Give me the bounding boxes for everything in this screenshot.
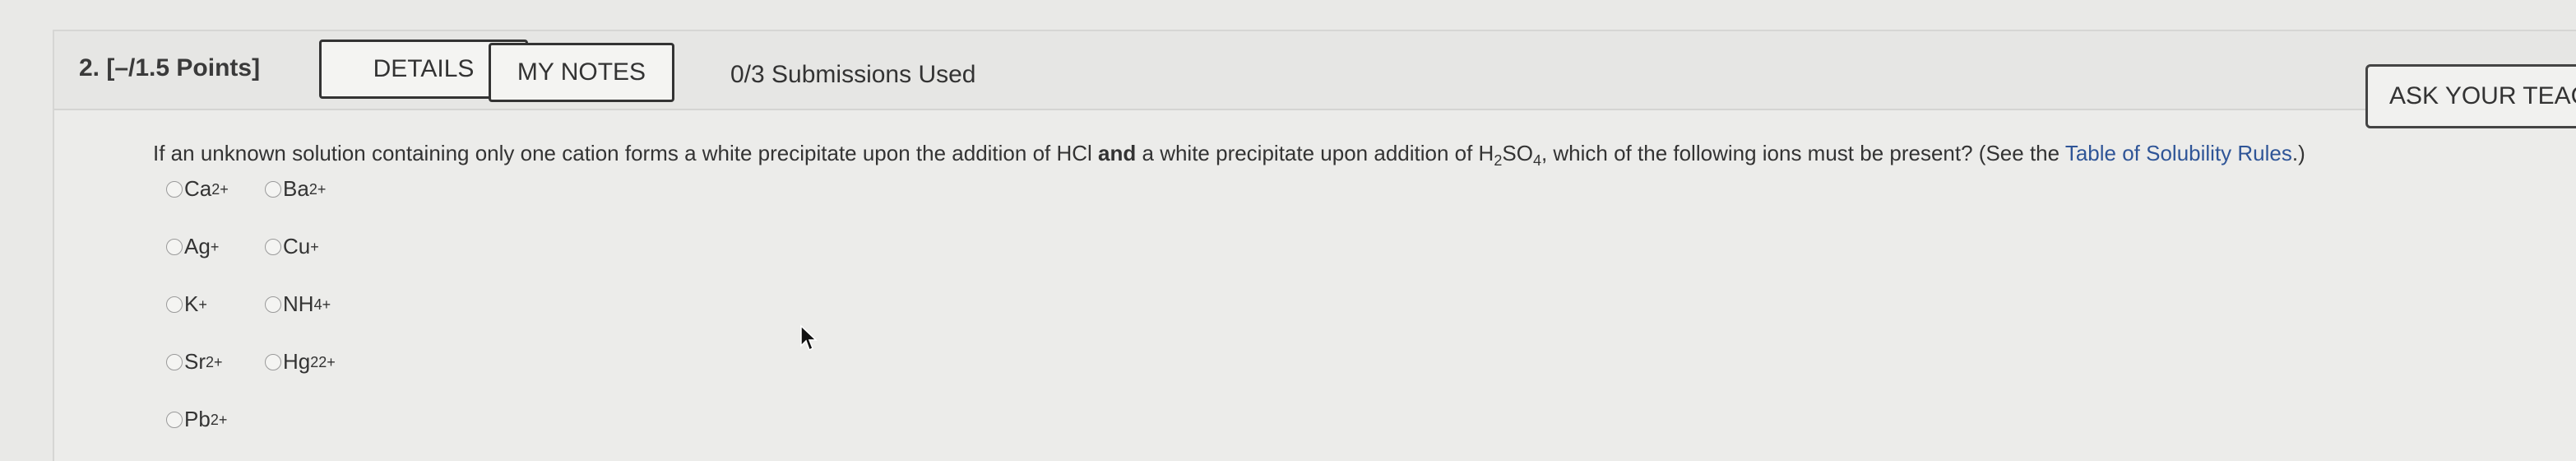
- option-hg22plus[interactable]: Hg 2 2+: [265, 349, 336, 375]
- option-label: Sr: [184, 349, 206, 374]
- submissions-used: 0/3 Submissions Used: [730, 61, 976, 88]
- question-text-sub2: 4: [1532, 152, 1541, 169]
- option-sr2plus[interactable]: Sr 2+: [166, 349, 223, 375]
- option-label: Ba: [283, 176, 309, 201]
- option-label: Cu: [283, 234, 311, 258]
- option-ba2plus[interactable]: Ba 2+: [265, 176, 326, 202]
- option-cuplus[interactable]: Cu +: [265, 234, 319, 259]
- radio-button[interactable]: [265, 353, 281, 370]
- ask-your-teacher-button[interactable]: ASK YOUR TEACHER: [2365, 64, 2576, 128]
- radio-button[interactable]: [265, 238, 281, 255]
- option-kplus[interactable]: K +: [166, 291, 207, 317]
- radio-button[interactable]: [166, 238, 183, 255]
- question-text-bold: and: [1098, 141, 1137, 165]
- question-text-part5: .): [2291, 141, 2305, 165]
- option-label: NH: [283, 291, 314, 316]
- question-number-points: 2. [–/1.5 Points]: [79, 54, 261, 81]
- radio-button[interactable]: [265, 296, 281, 313]
- question-text-part3: SO: [1502, 141, 1533, 165]
- radio-button[interactable]: [166, 353, 183, 370]
- question-header: 2. [–/1.5 Points] DETAILS MY NOTES 0/3 S…: [54, 31, 2576, 110]
- option-label: Pb: [184, 407, 211, 431]
- option-label: Ca: [184, 176, 212, 201]
- option-label: Ag: [184, 234, 211, 258]
- table-of-solubility-rules-link[interactable]: Table of Solubility Rules: [2065, 141, 2292, 165]
- my-notes-button[interactable]: MY NOTES: [489, 43, 674, 102]
- option-agplus[interactable]: Ag +: [166, 234, 219, 259]
- option-ca2plus[interactable]: Ca 2+: [166, 176, 229, 202]
- radio-button[interactable]: [166, 296, 183, 313]
- option-nh4plus[interactable]: NH 4 +: [265, 291, 331, 317]
- question-text-part4: , which of the following ions must be pr…: [1541, 141, 2065, 165]
- question-text-part1: If an unknown solution containing only o…: [153, 141, 1099, 165]
- option-label: Hg: [283, 349, 311, 374]
- question-text-part2: a white precipitate upon addition of H: [1136, 141, 1494, 165]
- radio-button[interactable]: [166, 180, 183, 198]
- option-label: K: [184, 291, 199, 316]
- question-text: If an unknown solution containing only o…: [153, 128, 2305, 185]
- mouse-pointer-icon: [800, 324, 818, 352]
- question-text-sub1: 2: [1494, 152, 1503, 169]
- radio-button[interactable]: [265, 180, 281, 198]
- option-pb2plus[interactable]: Pb 2+: [166, 407, 227, 432]
- radio-button[interactable]: [166, 411, 183, 428]
- question-card: 2. [–/1.5 Points] DETAILS MY NOTES 0/3 S…: [53, 30, 2576, 461]
